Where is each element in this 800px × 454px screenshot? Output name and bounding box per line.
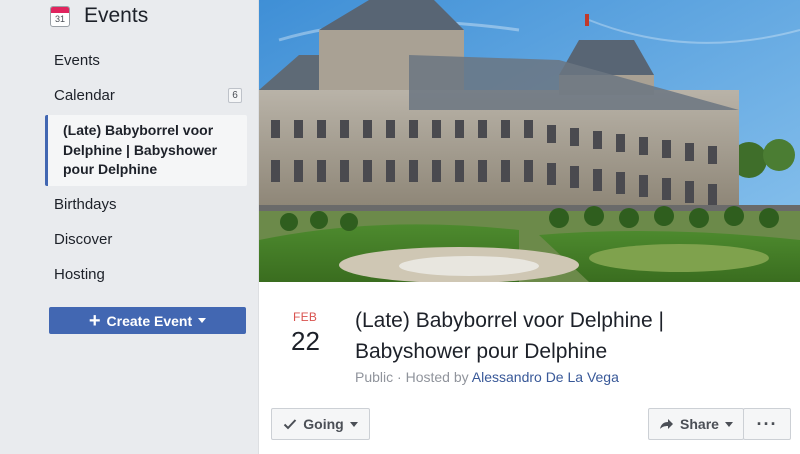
event-cover-photo <box>259 0 800 282</box>
calendar-count-badge: 6 <box>228 88 242 103</box>
event-title-line-1: (Late) Babyborrel voor Delphine | <box>355 309 664 332</box>
palace-photo <box>259 0 800 282</box>
plus-icon: + <box>88 309 101 332</box>
left-sidebar: 31 Events Events Calendar 6 (Late) Babyb… <box>0 0 259 454</box>
sidebar-item-hosting[interactable]: Hosting <box>54 266 105 283</box>
chevron-down-icon <box>198 318 207 323</box>
share-arrow-icon <box>660 419 674 429</box>
create-event-button[interactable]: + Create Event <box>49 307 246 334</box>
going-button[interactable]: Going <box>271 408 370 440</box>
chevron-down-icon <box>724 421 733 427</box>
create-event-label: Create Event <box>106 312 193 329</box>
sidebar-item-discover[interactable]: Discover <box>54 231 112 248</box>
meta-separator: · <box>397 369 402 385</box>
host-link[interactable]: Alessandro De La Vega <box>472 369 619 385</box>
more-dots-icon: ··· <box>756 413 778 434</box>
more-options-button[interactable]: ··· <box>743 408 791 440</box>
sidebar-title: Events <box>84 4 149 27</box>
sidebar-item-events[interactable]: Events <box>54 52 100 69</box>
going-label: Going <box>303 416 344 432</box>
event-date-month: FEB <box>293 310 318 324</box>
event-meta: Public · Hosted by Alessandro De La Vega <box>355 369 619 385</box>
sidebar-item-calendar[interactable]: Calendar <box>54 87 115 104</box>
share-button[interactable]: Share <box>648 408 744 440</box>
event-privacy: Public <box>355 369 394 385</box>
chevron-down-icon <box>349 421 358 427</box>
share-label: Share <box>680 416 719 432</box>
hosted-by-label: Hosted by <box>405 369 469 385</box>
event-date-day: 22 <box>291 326 320 356</box>
event-title: (Late) Babyborrel voor Delphine | Babysh… <box>355 305 775 367</box>
check-icon <box>284 419 297 430</box>
sidebar-item-current-event[interactable]: (Late) Babyborrel voor Delphine | Babysh… <box>45 115 247 186</box>
event-title-line-2: Babyshower pour Delphine <box>355 340 608 363</box>
sidebar-item-birthdays[interactable]: Birthdays <box>54 196 117 213</box>
sidebar-header[interactable]: 31 Events <box>50 2 148 30</box>
calendar-icon: 31 <box>50 5 70 27</box>
